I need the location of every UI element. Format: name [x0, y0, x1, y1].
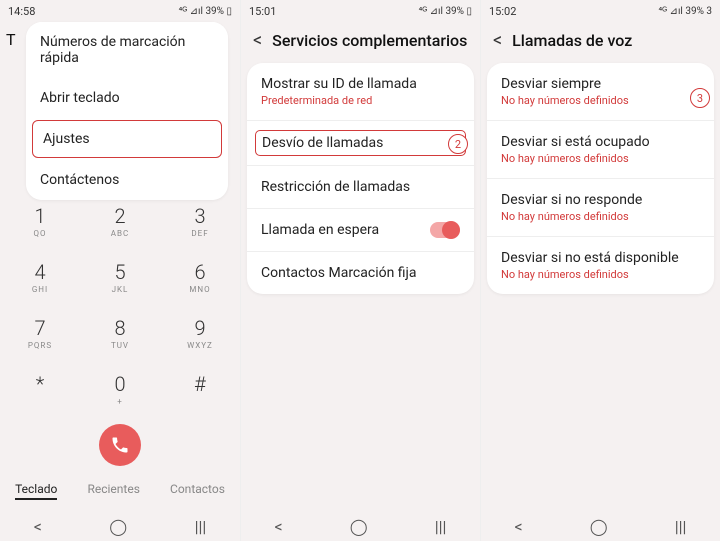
item-forward-busy[interactable]: Desviar si está ocupado No hay números d… [487, 121, 714, 179]
android-navbar: < ◯ ||| [0, 511, 240, 541]
statusbar: 15:01 ⁴ᴳ ⊿ıl 39% ▯ [241, 0, 480, 22]
key-0[interactable]: 0+ [80, 360, 160, 416]
screen-dialer: 14:58 ⁴ᴳ ⊿ıl 39% ▯ T Números de marcació… [0, 0, 240, 541]
status-icons: ⁴ᴳ ⊿ıl 39% 3 [658, 6, 712, 17]
menu-settings[interactable]: Ajustes [32, 120, 222, 158]
item-call-waiting[interactable]: Llamada en espera [247, 209, 474, 252]
forwarding-list: Desviar siempre No hay números definidos… [487, 63, 714, 294]
key-hash[interactable]: # [160, 360, 240, 416]
phone-icon [110, 435, 130, 455]
status-icons: ⁴ᴳ ⊿ıl 39% ▯ [419, 6, 472, 17]
tab-keypad[interactable]: Teclado [15, 482, 57, 500]
statusbar: 14:58 ⁴ᴳ ⊿ıl 39% ▯ [0, 0, 240, 22]
item-fixed-dialing[interactable]: Contactos Marcación fija [247, 252, 474, 294]
nav-recents-icon[interactable]: ||| [195, 517, 207, 536]
call-button[interactable] [99, 424, 141, 466]
overflow-menu: Números de marcación rápida Abrir teclad… [26, 22, 228, 200]
key-6[interactable]: 6MNO [160, 248, 240, 304]
truncated-title: T [6, 30, 16, 49]
step-badge-3: 3 [690, 88, 710, 108]
nav-back-icon[interactable]: < [34, 517, 42, 536]
key-9[interactable]: 9WXYZ [160, 304, 240, 360]
key-5[interactable]: 5JKL [80, 248, 160, 304]
status-time: 14:58 [8, 5, 35, 18]
menu-contact-us[interactable]: Contáctenos [26, 160, 228, 200]
menu-speed-dial[interactable]: Números de marcación rápida [26, 22, 228, 78]
android-navbar: < ◯ ||| [241, 511, 480, 541]
nav-back-icon[interactable]: < [515, 517, 523, 536]
titlebar: < Llamadas de voz [481, 22, 720, 63]
page-title: Llamadas de voz [512, 31, 632, 50]
status-icons: ⁴ᴳ ⊿ıl 39% ▯ [179, 6, 232, 17]
item-call-barring[interactable]: Restricción de llamadas [247, 166, 474, 209]
screen-supplementary-services: 15:01 ⁴ᴳ ⊿ıl 39% ▯ < Servicios complemen… [240, 0, 480, 541]
nav-home-icon[interactable]: ◯ [350, 517, 368, 536]
tab-recents[interactable]: Recientes [87, 482, 139, 500]
settings-list: Mostrar su ID de llamada Predeterminada … [247, 63, 474, 294]
tab-contacts[interactable]: Contactos [170, 482, 225, 500]
key-2[interactable]: 2ABC [80, 192, 160, 248]
key-7[interactable]: 7PQRS [0, 304, 80, 360]
toggle-call-waiting[interactable] [430, 222, 460, 238]
key-8[interactable]: 8TUV [80, 304, 160, 360]
item-call-forwarding[interactable]: Desvío de llamadas [247, 121, 474, 166]
item-forward-noanswer[interactable]: Desviar si no responde No hay números de… [487, 179, 714, 237]
nav-back-icon[interactable]: < [275, 517, 283, 536]
back-icon[interactable]: < [493, 30, 502, 51]
dialpad: 1QO 2ABC 3DEF 4GHI 5JKL 6MNO 7PQRS 8TUV … [0, 192, 240, 511]
bottom-tabs: Teclado Recientes Contactos [0, 472, 240, 508]
step-badge-2: 2 [448, 134, 468, 154]
item-forward-always[interactable]: Desviar siempre No hay números definidos [487, 63, 714, 121]
key-star[interactable]: * [0, 360, 80, 416]
statusbar: 15:02 ⁴ᴳ ⊿ıl 39% 3 [481, 0, 720, 22]
nav-home-icon[interactable]: ◯ [109, 517, 127, 536]
back-icon[interactable]: < [253, 30, 262, 51]
key-4[interactable]: 4GHI [0, 248, 80, 304]
status-time: 15:01 [249, 5, 276, 18]
status-time: 15:02 [489, 5, 516, 18]
page-title: Servicios complementarios [272, 31, 467, 50]
screen-voice-calls: 15:02 ⁴ᴳ ⊿ıl 39% 3 < Llamadas de voz Des… [480, 0, 720, 541]
nav-recents-icon[interactable]: ||| [435, 517, 447, 536]
titlebar: < Servicios complementarios [241, 22, 480, 63]
key-3[interactable]: 3DEF [160, 192, 240, 248]
menu-open-keypad[interactable]: Abrir teclado [26, 78, 228, 118]
android-navbar: < ◯ ||| [481, 511, 720, 541]
item-forward-unreachable[interactable]: Desviar si no está disponible No hay núm… [487, 237, 714, 294]
key-1[interactable]: 1QO [0, 192, 80, 248]
nav-home-icon[interactable]: ◯ [590, 517, 608, 536]
item-caller-id[interactable]: Mostrar su ID de llamada Predeterminada … [247, 63, 474, 121]
nav-recents-icon[interactable]: ||| [675, 517, 687, 536]
